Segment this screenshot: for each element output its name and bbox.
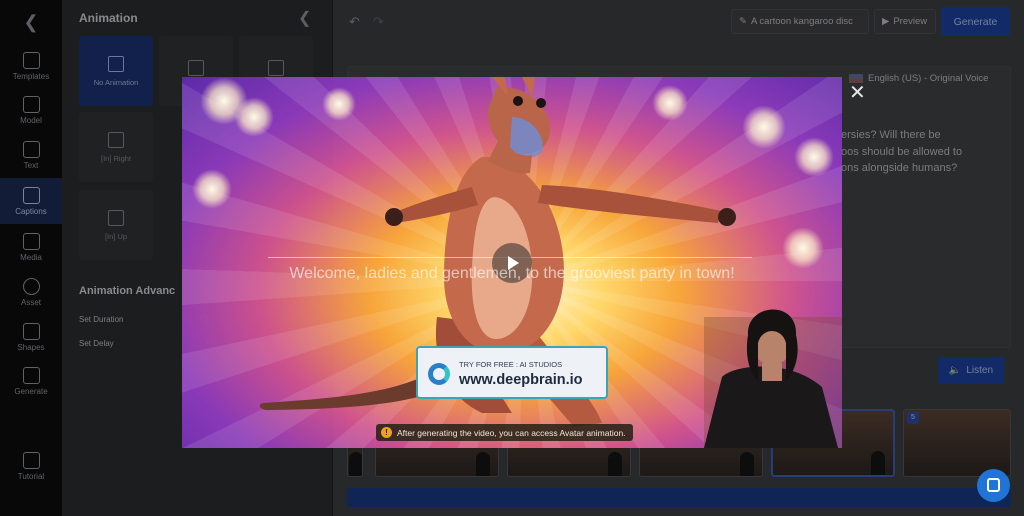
preview-modal: Welcome, ladies and gentlemen, to the gr… xyxy=(182,77,842,448)
watermark-small-text: TRY FOR FREE : AI STUDIOS xyxy=(459,360,563,369)
watermark-url: www.deepbrain.io xyxy=(459,372,583,388)
chat-icon xyxy=(987,478,1000,492)
warning-icon: ! xyxy=(381,427,392,438)
avatar-animation-notice: ! After generating the video, you can ac… xyxy=(376,424,633,441)
chat-button[interactable] xyxy=(977,469,1010,502)
deepbrain-watermark: TRY FOR FREE : AI STUDIOS www.deepbrain.… xyxy=(416,346,608,399)
deepbrain-logo-icon xyxy=(428,363,450,385)
notice-text: After generating the video, you can acce… xyxy=(397,427,626,438)
close-icon[interactable]: ✕ xyxy=(849,83,866,103)
video-caption: Welcome, ladies and gentlemen, to the gr… xyxy=(289,265,735,282)
